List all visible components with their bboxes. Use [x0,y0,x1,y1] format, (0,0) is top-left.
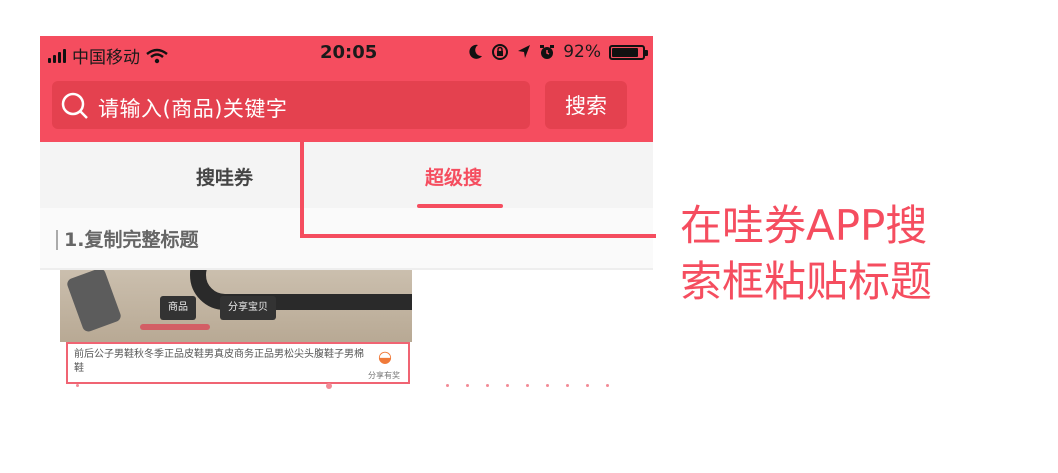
tab-wa-coupon-search[interactable]: 搜哇券 [196,163,253,190]
alarm-icon [540,45,555,59]
step-bar [56,230,58,250]
status-time: 20:05 [320,42,378,63]
annotation-line-1: 在哇券APP搜 [680,201,928,250]
location-icon [518,45,531,58]
carrier-label: 中国移动 [72,48,140,68]
callout-line-horizontal [300,234,656,238]
annotation-text: 在哇券APP搜 索框粘贴标题 [680,198,1010,310]
product-image[interactable]: 商品 分享宝贝 [60,270,412,342]
share-chip[interactable]: 分享宝贝 [220,296,276,320]
annotation-line-2: 索框粘贴标题 [680,257,933,306]
search-placeholder: 请输入(商品)关键字 [98,97,288,121]
product-title-card[interactable]: 前后公子男鞋秋冬季正品皮鞋男真皮商务正品男松尖头腹鞋子男棉鞋 ◒ 分享有奖 [66,342,410,384]
phone-screen: 中国移动 20:05 92% 请输入(商品)关键字 搜索 搜哇券 超级搜 1.复… [40,36,653,396]
wifi-icon [146,48,168,63]
signal-icon [48,48,66,63]
moon-icon [469,44,483,59]
product-title: 前后公子男鞋秋冬季正品皮鞋男真皮商务正品男松尖头腹鞋子男棉鞋 [74,349,364,374]
price-tag [140,324,210,330]
rotation-lock-icon [492,44,509,60]
battery-percent: 92% [563,42,601,62]
callout-line-vertical [300,134,304,238]
step-text: 1.复制完整标题 [64,229,199,251]
search-bar: 请输入(商品)关键字 搜索 [40,70,653,168]
pagination-dots [66,383,626,390]
product-clip [65,270,123,334]
battery-icon [609,44,648,60]
status-bar: 中国移动 20:05 92% [40,36,653,70]
product-chip[interactable]: 商品 [160,296,196,320]
status-right: 92% [469,42,648,62]
money-bag-icon: ◒ [378,347,392,366]
status-left: 中国移动 [48,43,168,68]
share-reward-label: 分享有奖 [368,371,400,380]
search-icon [61,92,88,119]
tab-super-search[interactable]: 超级搜 [425,163,482,190]
search-input[interactable]: 请输入(商品)关键字 [52,81,530,129]
tab-bar: 搜哇券 超级搜 [40,142,653,208]
search-button[interactable]: 搜索 [545,81,627,129]
step-instruction: 1.复制完整标题 [40,208,653,270]
